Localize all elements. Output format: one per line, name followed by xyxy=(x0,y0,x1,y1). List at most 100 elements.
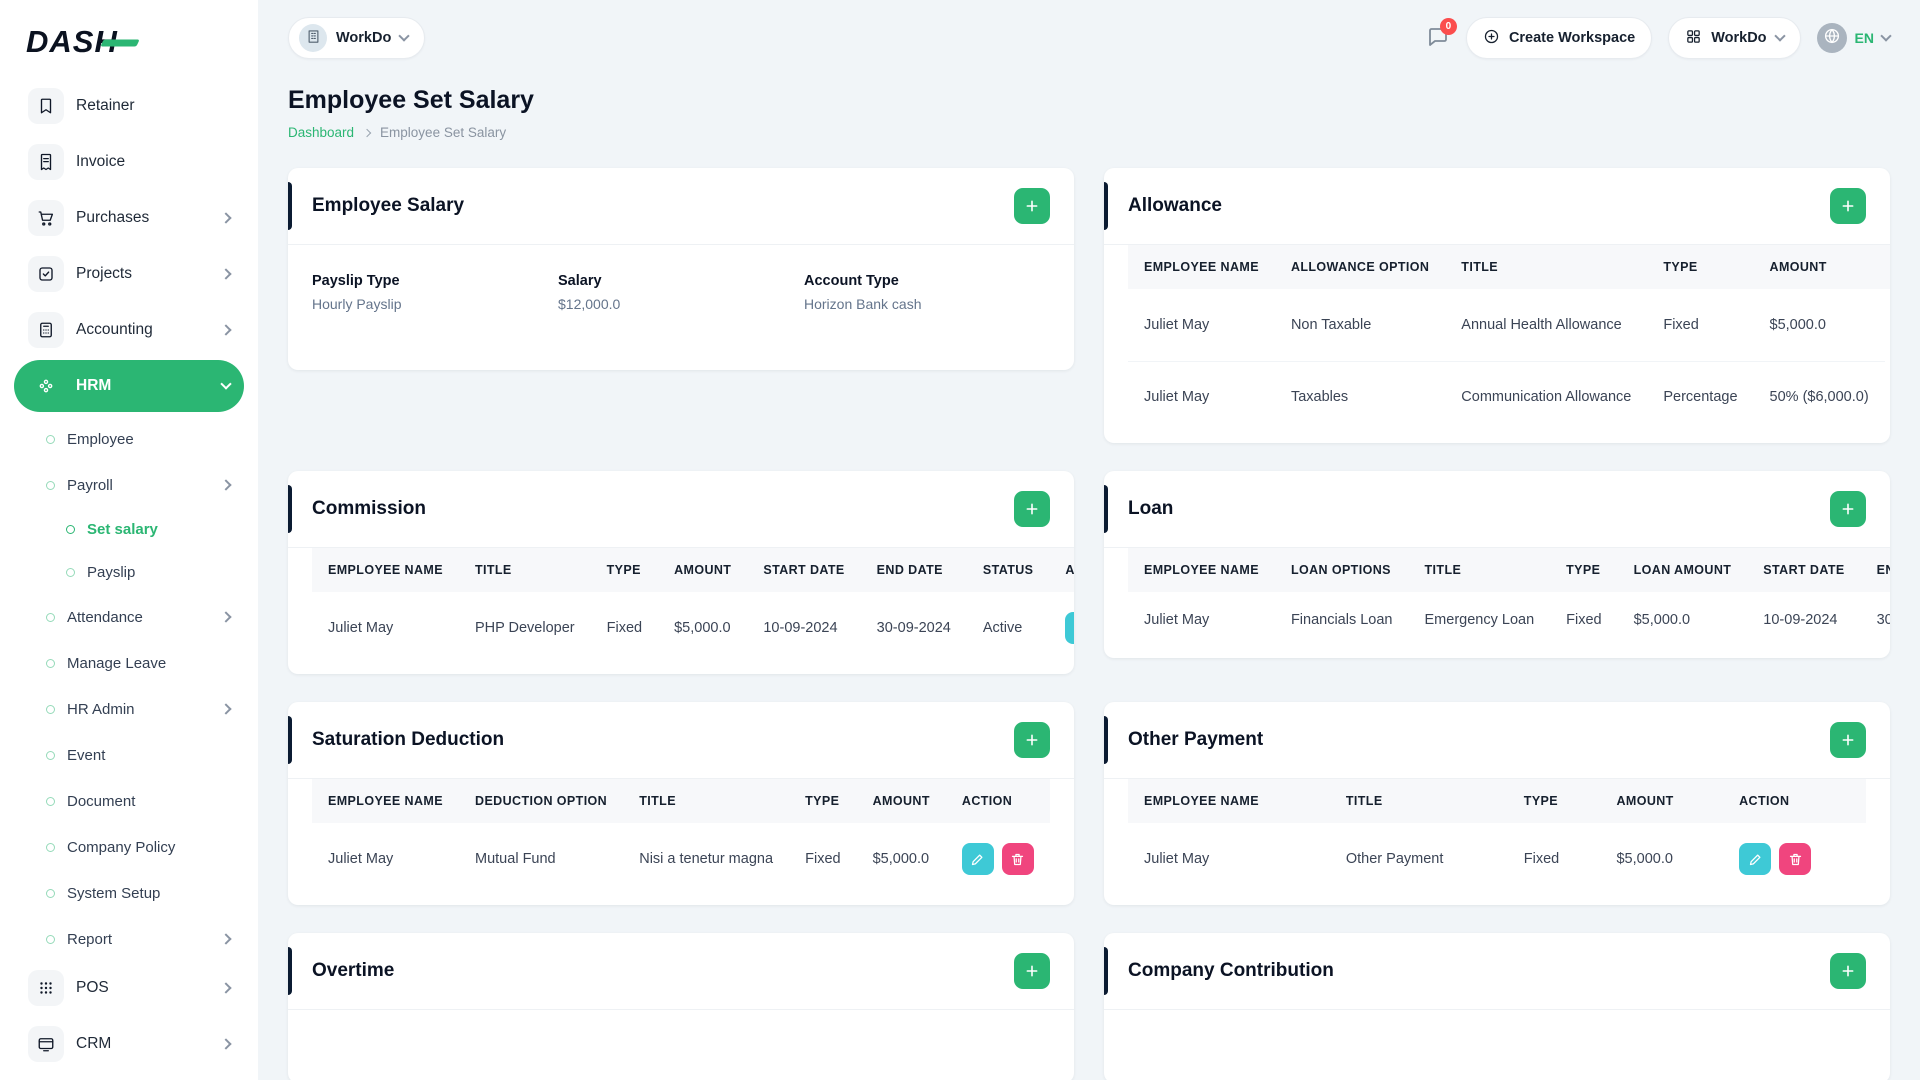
apps-menu-button[interactable]: WorkDo xyxy=(1668,17,1801,59)
workspace-name: WorkDo xyxy=(336,30,392,46)
sidebar-item-label: System Setup xyxy=(67,884,161,902)
workspace-switcher[interactable]: WorkDo xyxy=(288,17,426,59)
sidebar-item-label: Manage Leave xyxy=(67,654,167,672)
sidebar-item-event[interactable]: Event xyxy=(14,732,244,778)
card-saturation-deduction: Saturation Deduction Employee Name Deduct… xyxy=(288,702,1074,905)
messages-badge: 0 xyxy=(1439,17,1457,35)
cell: Fixed xyxy=(1647,289,1754,362)
building-icon xyxy=(306,29,321,48)
bullet-icon xyxy=(46,750,55,760)
add-commission-button[interactable] xyxy=(1014,491,1050,527)
column-header-action: Action xyxy=(945,779,1050,823)
card-header: Other Payment xyxy=(1104,702,1890,779)
sidebar-item-report[interactable]: Report xyxy=(14,916,244,962)
sidebar-item-set-salary[interactable]: Set salary xyxy=(14,508,244,551)
column-header-employee-name: Employee Name xyxy=(1128,548,1275,592)
column-header-title: Title xyxy=(1445,245,1648,289)
field-value: Hourly Payslip xyxy=(312,296,402,312)
commission-table: Employee Name Title Type Amount Start Date En… xyxy=(312,548,1074,664)
edit-button[interactable] xyxy=(961,843,994,875)
sidebar-item-accounting[interactable]: Accounting xyxy=(14,304,244,356)
sidebar-item-invoice[interactable]: Invoice xyxy=(14,136,244,188)
card-commission: Commission Employee Name Title Type Amount S… xyxy=(288,471,1074,674)
delete-button[interactable] xyxy=(1001,843,1034,875)
actions-cell xyxy=(1885,361,1890,433)
chevron-right-icon xyxy=(220,611,232,623)
sidebar-item-payslip[interactable]: Payslip xyxy=(14,551,244,594)
retainer-icon xyxy=(28,88,64,124)
main-area: WorkDo 0 Create Workspace WorkDo EN Empl… xyxy=(258,0,1920,1080)
add-company-contribution-button[interactable] xyxy=(1830,953,1866,989)
card-header: Saturation Deduction xyxy=(288,702,1074,779)
edit-button[interactable] xyxy=(1065,612,1074,644)
card-header: Loan xyxy=(1104,471,1890,548)
column-header-type: Type xyxy=(1550,548,1618,592)
cell: 50% ($6,000.0) xyxy=(1769,389,1869,406)
table-row: Juliet May Mutual Fund Nisi a tenetur magn… xyxy=(312,823,1050,895)
sidebar-item-crm[interactable]: CRM xyxy=(14,1018,244,1070)
sidebar-item-purchases[interactable]: Purchases xyxy=(14,192,244,244)
messages-button[interactable]: 0 xyxy=(1426,17,1457,52)
bullet-icon xyxy=(46,934,55,944)
chevron-right-icon xyxy=(220,479,232,491)
logo[interactable]: DASH xyxy=(14,16,244,68)
create-workspace-button[interactable]: Create Workspace xyxy=(1465,17,1653,59)
table-container: Employee Name Allowance Option Title Type Am… xyxy=(1104,245,1890,443)
sidebar-item-projects[interactable]: Projects xyxy=(14,248,244,300)
sidebar-item-hr-admin[interactable]: HR Admin xyxy=(14,686,244,732)
purchases-icon xyxy=(28,200,64,236)
card-header: Allowance xyxy=(1104,168,1890,245)
cell: Fixed xyxy=(1566,612,1602,628)
apps-menu-label: WorkDo xyxy=(1711,30,1767,46)
add-allowance-button[interactable] xyxy=(1830,188,1866,224)
hrm-icon xyxy=(28,368,64,404)
cell: Taxables xyxy=(1290,389,1349,406)
edit-button[interactable] xyxy=(1739,843,1772,875)
chevron-right-icon xyxy=(220,1038,232,1050)
sidebar-item-retainer[interactable]: Retainer xyxy=(14,80,244,132)
sidebar-item-employee[interactable]: Employee xyxy=(14,416,244,462)
field-value: Horizon Bank cash xyxy=(804,296,922,312)
sidebar-item-attendance[interactable]: Attendance xyxy=(14,594,244,640)
card-header: Commission xyxy=(288,471,1074,548)
sidebar-item-system-setup[interactable]: System Setup xyxy=(14,870,244,916)
breadcrumb-dashboard-link[interactable]: Dashboard xyxy=(288,125,354,140)
actions-cell xyxy=(1885,289,1890,361)
sidebar-menu: Retainer Invoice Purchases Projects Accounti… xyxy=(14,80,244,1074)
crm-icon xyxy=(28,1026,64,1062)
column-header-type: Type xyxy=(789,779,857,823)
field-label: Payslip Type xyxy=(312,273,400,289)
add-loan-button[interactable] xyxy=(1830,491,1866,527)
cell: 30-09-2024 xyxy=(1876,612,1890,628)
chevron-down-icon xyxy=(1773,30,1786,42)
add-overtime-button[interactable] xyxy=(1014,953,1050,989)
cell: $5,000.0 xyxy=(872,851,930,867)
sidebar-item-label: Retainer xyxy=(76,97,135,114)
table-row: Juliet May Other Payment Fixed $5,000.0 xyxy=(1128,823,1866,895)
sidebar-item-pos[interactable]: POS xyxy=(14,962,244,1014)
allowance-table: Employee Name Allowance Option Title Type Am… xyxy=(1128,245,1890,433)
sidebar-item-manage-leave[interactable]: Manage Leave xyxy=(14,640,244,686)
sidebar-item-label: Attendance xyxy=(67,608,143,626)
sidebar-item-document[interactable]: Document xyxy=(14,778,244,824)
cell: Juliet May xyxy=(328,851,394,867)
cell: Mutual Fund xyxy=(475,851,556,867)
table-row: Juliet May PHP Developer Fixed $5,000.0 10-0… xyxy=(312,592,1074,664)
sidebar-item-hrm[interactable]: HRM xyxy=(14,360,244,412)
cell: Other Payment xyxy=(1345,851,1444,867)
card-employee-salary: Employee Salary Payslip Type Hourly Pays… xyxy=(288,168,1074,370)
delete-button[interactable] xyxy=(1779,843,1812,875)
chevron-right-icon xyxy=(220,212,232,224)
card-loan: Loan Employee Name Loan Options Title Type L… xyxy=(1104,471,1890,658)
sidebar-item-payroll[interactable]: Payroll xyxy=(14,462,244,508)
sidebar-item-label: Company Policy xyxy=(67,838,176,856)
chevron-right-icon xyxy=(220,324,232,336)
cell: Fixed xyxy=(606,620,643,636)
add-other-payment-button[interactable] xyxy=(1830,722,1866,758)
loan-table: Employee Name Loan Options Title Type Loan A… xyxy=(1128,548,1890,648)
language-selector[interactable]: EN xyxy=(1816,23,1892,53)
add-employee-salary-button[interactable] xyxy=(1014,188,1050,224)
column-header-action: Action xyxy=(1884,245,1890,289)
sidebar-item-company-policy[interactable]: Company Policy xyxy=(14,824,244,870)
add-saturation-deduction-button[interactable] xyxy=(1014,722,1050,758)
